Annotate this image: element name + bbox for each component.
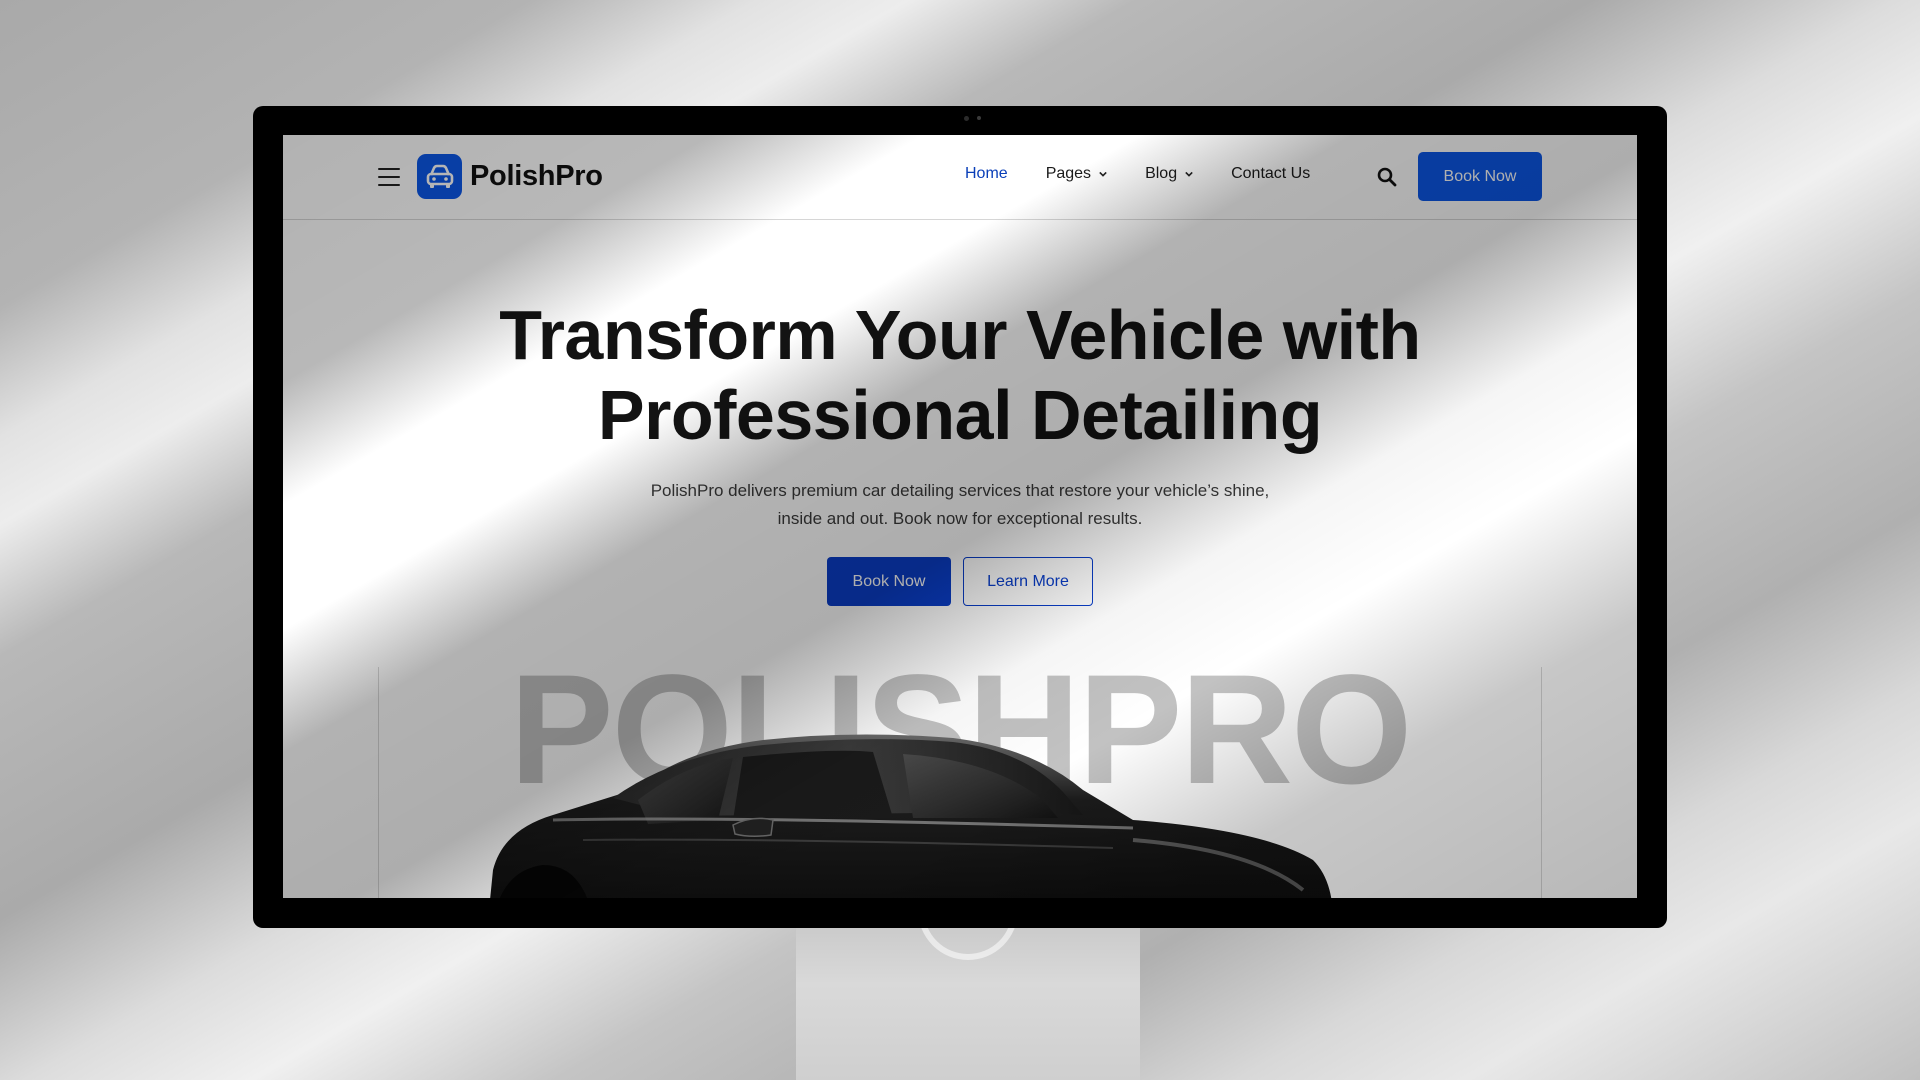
nav-home-label: Home <box>965 165 1008 182</box>
hero-subtitle-line2: inside and out. Book now for exceptional… <box>777 509 1143 528</box>
nav-blog-label: Blog <box>1145 165 1178 182</box>
search-icon[interactable] <box>1376 166 1398 188</box>
car-icon <box>417 154 462 199</box>
nav-blog[interactable]: Blog <box>1145 165 1193 183</box>
hero-subtitle-line1: PolishPro delivers premium car detailing… <box>650 481 1270 500</box>
hero-subtitle: PolishPro delivers premium car detailing… <box>610 477 1310 533</box>
brand-name: PolishPro <box>470 160 603 192</box>
website-screen: PolishPro Home Pages Blog Contact Us Boo… <box>283 135 1637 898</box>
hero-book-now-button[interactable]: Book Now <box>827 557 951 606</box>
hero-title-line1: Transform Your Vehicle with <box>499 296 1421 374</box>
nav-contact-label: Contact Us <box>1231 165 1311 182</box>
chevron-down-icon <box>1099 171 1107 177</box>
hero-title-line2: Professional Detailing <box>597 376 1323 454</box>
chevron-down-icon <box>1185 171 1193 177</box>
hamburger-icon[interactable] <box>378 168 400 186</box>
hero-title: Transform Your Vehicle with Professional… <box>283 295 1637 455</box>
hero-learn-more-button[interactable]: Learn More <box>963 557 1093 606</box>
sports-car-image <box>490 734 1332 898</box>
header-book-now-button[interactable]: Book Now <box>1418 152 1542 201</box>
site-header: PolishPro Home Pages Blog Contact Us Boo… <box>283 135 1637 220</box>
nav-pages[interactable]: Pages <box>1046 165 1107 183</box>
webcam <box>964 114 988 122</box>
nav-contact[interactable]: Contact Us <box>1231 165 1310 183</box>
main-nav: Home Pages Blog Contact Us <box>965 165 1348 183</box>
nav-pages-label: Pages <box>1045 165 1092 182</box>
nav-home[interactable]: Home <box>965 165 1008 183</box>
brand-logo[interactable]: PolishPro <box>417 154 603 199</box>
